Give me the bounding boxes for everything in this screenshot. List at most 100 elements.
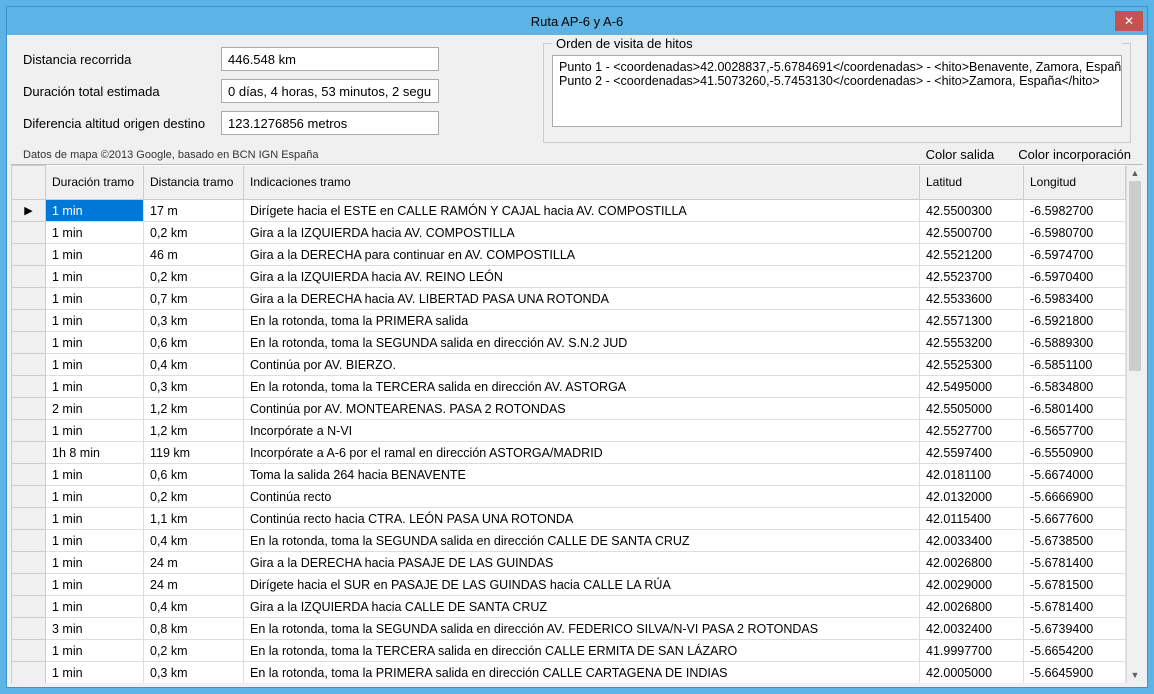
cell-duracion[interactable]: 1 min: [46, 354, 144, 376]
cell-indicaciones[interactable]: Continúa recto hacia CTRA. LEÓN PASA UNA…: [244, 508, 920, 530]
cell-distancia[interactable]: 0,2 km: [144, 640, 244, 662]
cell-distancia[interactable]: 0,7 km: [144, 288, 244, 310]
cell-distancia[interactable]: 0,2 km: [144, 222, 244, 244]
cell-duracion[interactable]: 2 min: [46, 398, 144, 420]
color-salida-label[interactable]: Color salida: [926, 147, 995, 162]
cell-indicaciones[interactable]: Continúa recto: [244, 486, 920, 508]
cell-latitud[interactable]: 42.5527700: [920, 420, 1024, 442]
cell-latitud[interactable]: 42.5553200: [920, 332, 1024, 354]
cell-longitud[interactable]: -5.6738500: [1024, 530, 1126, 552]
table-row[interactable]: ▶1 min17 mDirígete hacia el ESTE en CALL…: [12, 200, 1126, 222]
cell-longitud[interactable]: -6.5657700: [1024, 420, 1126, 442]
vertical-scrollbar[interactable]: ▲ ▼: [1126, 165, 1143, 683]
cell-distancia[interactable]: 1,2 km: [144, 398, 244, 420]
cell-indicaciones[interactable]: En la rotonda, toma la TERCERA salida en…: [244, 376, 920, 398]
cell-distancia[interactable]: 1,2 km: [144, 420, 244, 442]
cell-duracion[interactable]: 1 min: [46, 288, 144, 310]
table-row[interactable]: 1 min0,6 kmToma la salida 264 hacia BENA…: [12, 464, 1126, 486]
cell-latitud[interactable]: 42.5521200: [920, 244, 1024, 266]
cell-indicaciones[interactable]: Dirígete hacia el SUR en PASAJE DE LAS G…: [244, 574, 920, 596]
table-row[interactable]: 1 min24 mDirígete hacia el SUR en PASAJE…: [12, 574, 1126, 596]
cell-duracion[interactable]: 1 min: [46, 420, 144, 442]
cell-longitud[interactable]: -6.5834800: [1024, 376, 1126, 398]
cell-indicaciones[interactable]: Dirígete hacia el ESTE en CALLE RAMÓN Y …: [244, 200, 920, 222]
close-button[interactable]: ✕: [1115, 11, 1143, 31]
cell-duracion[interactable]: 1 min: [46, 508, 144, 530]
color-incorporacion-label[interactable]: Color incorporación: [1018, 147, 1131, 162]
cell-latitud[interactable]: 42.5571300: [920, 310, 1024, 332]
cell-distancia[interactable]: 0,3 km: [144, 662, 244, 684]
cell-duracion[interactable]: 1 min: [46, 244, 144, 266]
cell-duracion[interactable]: 3 min: [46, 618, 144, 640]
cell-longitud[interactable]: -6.5550900: [1024, 442, 1126, 464]
cell-latitud[interactable]: 42.0032400: [920, 618, 1024, 640]
cell-latitud[interactable]: 42.5597400: [920, 442, 1024, 464]
cell-distancia[interactable]: 24 m: [144, 552, 244, 574]
cell-indicaciones[interactable]: Incorpórate a A-6 por el ramal en direcc…: [244, 442, 920, 464]
cell-indicaciones[interactable]: Toma la salida 264 hacia BENAVENTE: [244, 464, 920, 486]
cell-latitud[interactable]: 42.0026800: [920, 552, 1024, 574]
altdiff-input[interactable]: [221, 111, 439, 135]
cell-longitud[interactable]: -6.5851100: [1024, 354, 1126, 376]
table-row[interactable]: 1 min0,2 kmContinúa recto42.0132000-5.66…: [12, 486, 1126, 508]
cell-latitud[interactable]: 42.0029000: [920, 574, 1024, 596]
cell-longitud[interactable]: -6.5982700: [1024, 200, 1126, 222]
cell-indicaciones[interactable]: Incorpórate a N-VI: [244, 420, 920, 442]
cell-distancia[interactable]: 0,4 km: [144, 354, 244, 376]
table-row[interactable]: 1 min0,4 kmContinúa por AV. BIERZO.42.55…: [12, 354, 1126, 376]
cell-indicaciones[interactable]: En la rotonda, toma la SEGUNDA salida en…: [244, 332, 920, 354]
cell-duracion[interactable]: 1 min: [46, 486, 144, 508]
table-row[interactable]: 1 min0,7 kmGira a la DERECHA hacia AV. L…: [12, 288, 1126, 310]
cell-distancia[interactable]: 0,6 km: [144, 464, 244, 486]
table-row[interactable]: 1 min1,2 kmIncorpórate a N-VI42.5527700-…: [12, 420, 1126, 442]
table-row[interactable]: 1h 8 min119 kmIncorpórate a A-6 por el r…: [12, 442, 1126, 464]
cell-distancia[interactable]: 24 m: [144, 574, 244, 596]
cell-distancia[interactable]: 0,2 km: [144, 266, 244, 288]
cell-duracion[interactable]: 1 min: [46, 640, 144, 662]
cell-distancia[interactable]: 0,8 km: [144, 618, 244, 640]
table-row[interactable]: 1 min24 mGira a la DERECHA hacia PASAJE …: [12, 552, 1126, 574]
cell-duracion[interactable]: 1 min: [46, 332, 144, 354]
cell-duracion[interactable]: 1 min: [46, 310, 144, 332]
cell-indicaciones[interactable]: En la rotonda, toma la SEGUNDA salida en…: [244, 618, 920, 640]
cell-latitud[interactable]: 42.5495000: [920, 376, 1024, 398]
cell-indicaciones[interactable]: Continúa por AV. MONTEARENAS. PASA 2 ROT…: [244, 398, 920, 420]
table-row[interactable]: 1 min0,3 kmEn la rotonda, toma la PRIMER…: [12, 662, 1126, 684]
table-row[interactable]: 1 min46 mGira a la DERECHA para continua…: [12, 244, 1126, 266]
cell-latitud[interactable]: 42.0115400: [920, 508, 1024, 530]
cell-latitud[interactable]: 42.5500700: [920, 222, 1024, 244]
col-indicaciones[interactable]: Indicaciones tramo: [244, 166, 920, 200]
cell-indicaciones[interactable]: Gira a la DERECHA para continuar en AV. …: [244, 244, 920, 266]
table-row[interactable]: 1 min0,4 kmGira a la IZQUIERDA hacia CAL…: [12, 596, 1126, 618]
cell-longitud[interactable]: -5.6677600: [1024, 508, 1126, 530]
cell-indicaciones[interactable]: En la rotonda, toma la SEGUNDA salida en…: [244, 530, 920, 552]
cell-duracion[interactable]: 1 min: [46, 200, 144, 222]
cell-distancia[interactable]: 17 m: [144, 200, 244, 222]
waypoints-textarea[interactable]: [552, 55, 1122, 127]
cell-indicaciones[interactable]: Gira a la IZQUIERDA hacia AV. REINO LEÓN: [244, 266, 920, 288]
cell-longitud[interactable]: -5.6674000: [1024, 464, 1126, 486]
cell-latitud[interactable]: 42.0005000: [920, 662, 1024, 684]
col-distancia[interactable]: Distancia tramo: [144, 166, 244, 200]
table-row[interactable]: 1 min0,2 kmEn la rotonda, toma la TERCER…: [12, 640, 1126, 662]
cell-longitud[interactable]: -6.5889300: [1024, 332, 1126, 354]
cell-indicaciones[interactable]: Gira a la IZQUIERDA hacia AV. COMPOSTILL…: [244, 222, 920, 244]
cell-duracion[interactable]: 1 min: [46, 552, 144, 574]
cell-longitud[interactable]: -6.5983400: [1024, 288, 1126, 310]
cell-distancia[interactable]: 46 m: [144, 244, 244, 266]
scroll-up-icon[interactable]: ▲: [1127, 165, 1143, 181]
cell-longitud[interactable]: -5.6781500: [1024, 574, 1126, 596]
cell-indicaciones[interactable]: En la rotonda, toma la PRIMERA salida: [244, 310, 920, 332]
cell-duracion[interactable]: 1 min: [46, 464, 144, 486]
cell-longitud[interactable]: -5.6654200: [1024, 640, 1126, 662]
cell-distancia[interactable]: 0,4 km: [144, 596, 244, 618]
cell-longitud[interactable]: -5.6781400: [1024, 552, 1126, 574]
cell-distancia[interactable]: 0,6 km: [144, 332, 244, 354]
cell-duracion[interactable]: 1 min: [46, 376, 144, 398]
cell-distancia[interactable]: 0,4 km: [144, 530, 244, 552]
cell-duracion[interactable]: 1 min: [46, 662, 144, 684]
cell-duracion[interactable]: 1 min: [46, 530, 144, 552]
cell-duracion[interactable]: 1 min: [46, 574, 144, 596]
cell-distancia[interactable]: 1,1 km: [144, 508, 244, 530]
cell-latitud[interactable]: 42.0181100: [920, 464, 1024, 486]
